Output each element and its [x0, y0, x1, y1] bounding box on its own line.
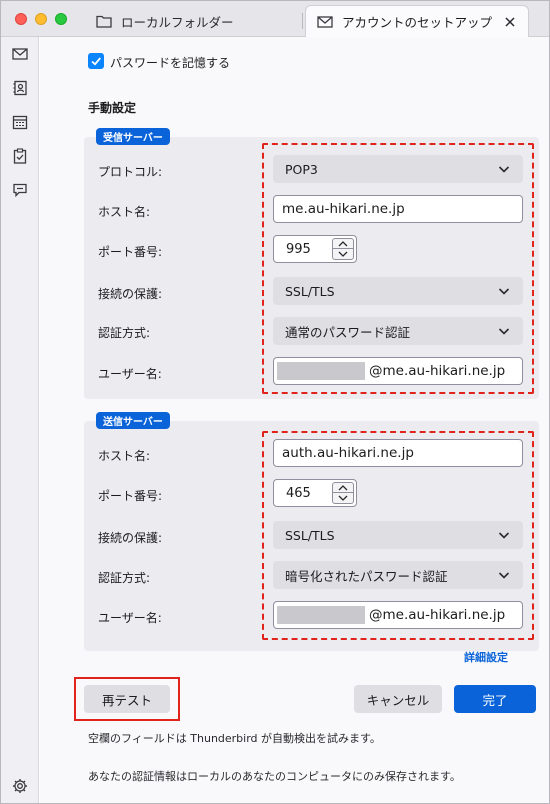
done-button[interactable]: 完了	[454, 685, 536, 713]
close-window-button[interactable]	[15, 13, 27, 25]
tab-label: アカウントのセットアップ	[342, 15, 493, 30]
mail-icon[interactable]	[11, 45, 29, 63]
tasks-icon[interactable]	[11, 147, 29, 165]
remember-password-checkbox[interactable]	[88, 53, 104, 69]
outgoing-security-label: 接続の保護:	[98, 531, 163, 545]
manual-config-heading: 手動設定	[88, 101, 137, 115]
tab-local-folders[interactable]: ローカルフォルダー	[85, 5, 303, 37]
remember-password-label: パスワードを記憶する	[110, 56, 231, 70]
app-window: ローカルフォルダー アカウントのセットアップ パスワードを記憶する 手動設定 受…	[0, 0, 550, 804]
incoming-username-label: ユーザー名:	[98, 367, 162, 381]
tab-label: ローカルフォルダー	[121, 14, 234, 30]
folder-icon	[95, 12, 113, 30]
tab-account-setup[interactable]: アカウントのセットアップ	[305, 5, 529, 37]
chat-icon[interactable]	[11, 181, 29, 199]
outgoing-port-label: ポート番号:	[98, 489, 163, 503]
incoming-port-label: ポート番号:	[98, 245, 163, 259]
autodetect-note: 空欄のフィールドは Thunderbird が自動検出を試みます。	[88, 732, 381, 745]
incoming-server-badge: 受信サーバー	[96, 128, 170, 145]
incoming-auth-label: 認証方式:	[98, 326, 151, 340]
close-icon[interactable]	[502, 14, 518, 30]
protocol-label: プロトコル:	[98, 165, 163, 179]
cancel-button[interactable]: キャンセル	[354, 685, 442, 713]
incoming-highlight-box	[262, 143, 534, 394]
incoming-security-label: 接続の保護:	[98, 287, 163, 301]
settings-gear-icon[interactable]	[11, 777, 29, 795]
credentials-note: あなたの認証情報はローカルのあなたのコンピュータにのみ保存されます。	[88, 770, 461, 783]
outgoing-server-badge: 送信サーバー	[96, 412, 170, 429]
minimize-window-button[interactable]	[35, 13, 47, 25]
account-setup-form: パスワードを記憶する 手動設定 受信サーバー プロトコル: POP3 ホスト名:…	[40, 37, 549, 803]
outgoing-host-label: ホスト名:	[98, 449, 151, 463]
outgoing-username-label: ユーザー名:	[98, 611, 162, 625]
calendar-icon[interactable]	[11, 113, 29, 131]
advanced-config-link[interactable]: 詳細設定	[464, 649, 508, 665]
outgoing-highlight-box	[262, 431, 534, 640]
mail-setup-icon	[316, 13, 334, 31]
spaces-toolbar	[1, 37, 39, 803]
incoming-host-label: ホスト名:	[98, 205, 151, 219]
retest-highlight-box	[74, 677, 180, 721]
zoom-window-button[interactable]	[55, 13, 67, 25]
outgoing-auth-label: 認証方式:	[98, 571, 151, 585]
address-book-icon[interactable]	[11, 79, 29, 97]
title-bar: ローカルフォルダー アカウントのセットアップ	[1, 1, 549, 37]
